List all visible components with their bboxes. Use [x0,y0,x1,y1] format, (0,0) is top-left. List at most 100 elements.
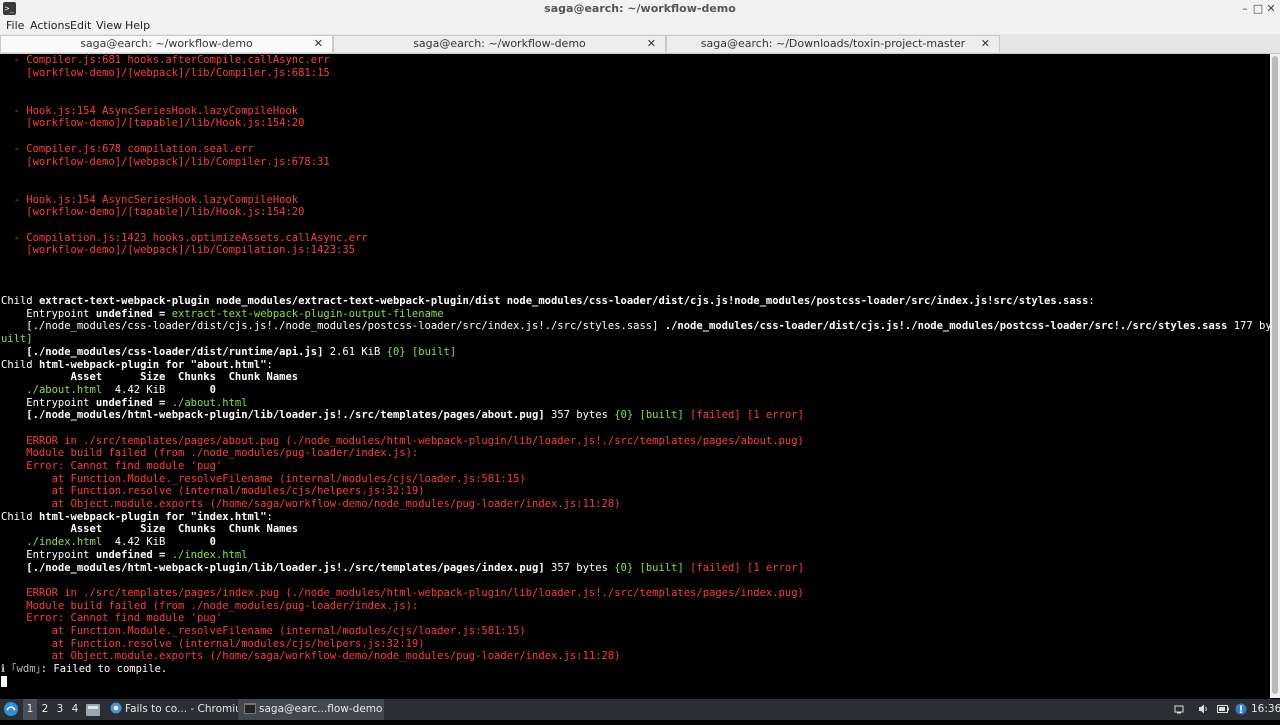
menu-actions[interactable]: Actions [30,19,70,32]
terminal-text: [./node_modules/html-webpack-plugin/lib/… [26,409,545,422]
menu-edit[interactable]: Edit [70,19,91,32]
terminal-text: - Compiler.js:681 hooks.afterCompile.cal… [1,54,330,66]
menu-file[interactable]: File [6,19,24,32]
terminal-line: [./node_modules/html-webpack-plugin/lib/… [0,409,1270,422]
tab-workflow-demo-1[interactable]: saga@earch: ~/workflow-demo ✕ [0,35,333,52]
terminal-text: undefined [95,548,153,561]
terminal-text: - Hook.js:154 AsyncSeriesHook.lazyCompil… [1,104,299,117]
workspace-1[interactable]: 1 [23,699,37,720]
power-icon[interactable] [1216,699,1230,720]
terminal-line: uilt] [0,333,1270,346]
network-icon[interactable] [1172,699,1186,720]
task-terminal[interactable]: saga@earc...flow-demo [238,699,384,720]
menu-bar: File Actions Edit View Help [0,18,1280,34]
terminal-line: ℹ ｢wdm｣: Failed to compile. [0,663,1270,676]
terminal-line: [workflow-demo]/[webpack]/lib/Compiler.j… [0,67,1270,80]
scroll-thumb[interactable] [1272,56,1278,694]
minimize-button[interactable]: – [1238,1,1252,16]
terminal-line: ERROR in ./src/templates/pages/about.pug… [0,435,1270,448]
terminal-line: - Compiler.js:678 compilation.seal.err [0,143,1270,156]
terminal-text: [1 error] [747,561,804,574]
task-label: Fails to co... - Chromium [125,703,246,715]
terminal-line: at Function.resolve (internal/modules/cj… [0,485,1270,498]
terminal-text: 177 bytes [1233,320,1270,333]
maximize-button[interactable]: □ [1251,1,1265,16]
tab-workflow-demo-2[interactable]: saga@earch: ~/workflow-demo ✕ [333,35,666,52]
update-icon[interactable] [1234,699,1248,720]
terminal-line: at Function.Module._resolveFilename (int… [0,625,1270,638]
terminal-text: ./about.html [171,396,248,409]
prompt-line[interactable] [0,675,1270,689]
tab-bar: saga@earch: ~/workflow-demo ✕ saga@earch… [0,34,1280,54]
terminal-text: at Function.Module._resolveFilename (int… [1,624,526,637]
task-chromium[interactable]: Fails to co... - Chromium [104,699,246,720]
terminal-text: [failed] [690,561,741,574]
terminal-text: ./node_modules/css-loader/dist/cjs.js!./… [664,320,1228,333]
window-titlebar: >_ saga@earch: ~/workflow-demo – □ ✕ [0,0,1280,19]
terminal-text: 357 bytes [544,409,615,422]
terminal-text: = [152,396,172,409]
terminal-line: - Compilation.js:1423 hooks.optimizeAsse… [0,232,1270,245]
terminal-text: Child [1,295,39,308]
terminal-text: [workflow-demo]/[tapable]/lib/Hook.js:15… [1,206,305,219]
terminal-text: [built] [639,561,684,574]
terminal-text: - Compiler.js:678 compilation.seal.err [1,142,254,155]
terminal-line: - Hook.js:154 AsyncSeriesHook.lazyCompil… [0,105,1270,118]
terminal-text: [workflow-demo]/[webpack]/lib/Compilatio… [1,244,356,257]
tab-toxin-project[interactable]: saga@earch: ~/Downloads/toxin-project-ma… [666,35,1000,52]
terminal-text: [built] [639,409,684,422]
terminal-line: Entrypoint undefined = ./index.html [0,549,1270,562]
workspace-4[interactable]: 4 [68,699,82,720]
terminal-text: ERROR in ./src/templates/pages/about.pug… [1,434,804,447]
terminal-text: undefined [95,307,153,320]
close-icon[interactable]: ✕ [314,36,323,52]
terminal-line: at Object.module.exports (/home/saga/wor… [0,498,1270,511]
menu-help[interactable]: Help [125,19,150,32]
terminal-text: Module build failed (from ./node_modules… [1,599,419,612]
terminal-text: Child [1,358,39,371]
terminal-text: ./index.html [171,548,248,561]
terminal-line: ERROR in ./src/templates/pages/index.pug… [0,587,1270,600]
close-button[interactable]: ✕ [1264,1,1278,16]
terminal-line: [workflow-demo]/[tapable]/lib/Hook.js:15… [0,117,1270,130]
terminal-text: Entrypoint [1,396,96,409]
terminal-text: {0} [386,345,406,358]
terminal-scrollbar[interactable] [1270,54,1280,698]
workspace-3[interactable]: 3 [53,699,67,720]
file-manager-icon[interactable] [86,699,102,720]
terminal-text: [workflow-demo]/[webpack]/lib/Compiler.j… [1,155,330,168]
clock[interactable]: 16:36 [1251,699,1280,720]
terminal-line: Child html-webpack-plugin for "about.htm… [0,359,1270,372]
terminal-line: [./node_modules/css-loader/dist/cjs.js!.… [0,320,1270,333]
workspace-2[interactable]: 2 [38,699,52,720]
terminal-text: undefined [95,396,153,409]
taskbar: 1 2 3 4 Fails to co... - Chromium saga@e… [0,699,1280,720]
start-menu-icon[interactable] [3,699,21,720]
terminal-text: at Function.resolve (internal/modules/cj… [1,637,425,650]
terminal-text: Module build failed (from ./node_modules… [1,447,419,460]
terminal-text: : [266,510,273,523]
menu-view[interactable]: View [96,19,122,32]
terminal-text: - Hook.js:154 AsyncSeriesHook.lazyCompil… [1,193,299,206]
terminal-line: Asset Size Chunks Chunk Names [0,371,1270,384]
terminal-text: [1 error] [747,409,804,422]
terminal-text: Asset Size Chunks Chunk Names [1,371,299,384]
terminal-output[interactable]: - Compiler.js:681 hooks.afterCompile.cal… [0,54,1270,698]
terminal-text: 0 [209,383,216,396]
terminal-text: at Function.resolve (internal/modules/cj… [1,485,425,498]
close-icon[interactable]: ✕ [647,36,656,52]
tab-label: saga@earch: ~/Downloads/toxin-project-ma… [700,37,966,50]
terminal-text: [failed] [690,409,741,422]
close-icon[interactable]: ✕ [981,36,990,52]
volume-icon[interactable] [1196,699,1210,720]
